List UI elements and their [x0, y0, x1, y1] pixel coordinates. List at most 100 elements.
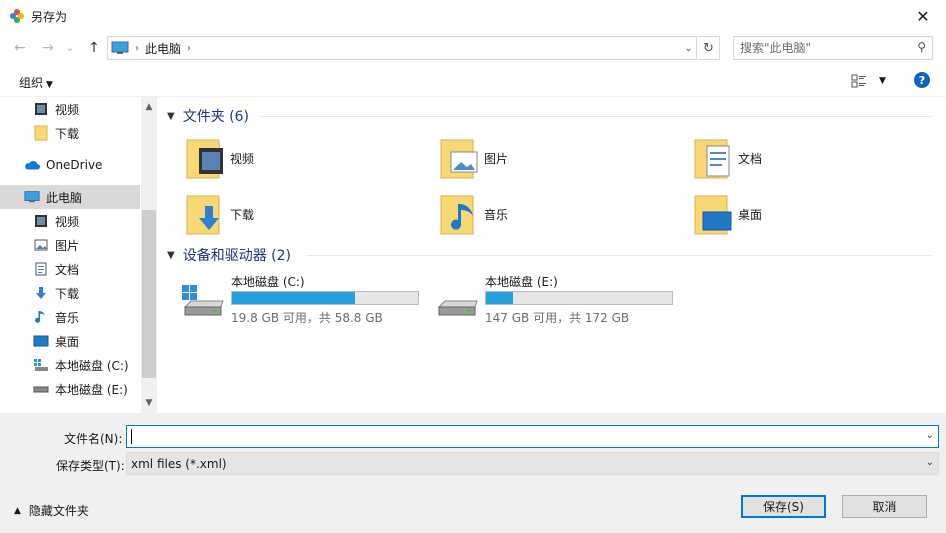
- folder-item-music[interactable]: 音乐: [439, 189, 689, 239]
- sidebar-item-drive-e[interactable]: 本地磁盘 (E:): [0, 377, 140, 401]
- folder-item-documents[interactable]: 文档: [693, 133, 943, 183]
- collapse-chevron-icon: ▼: [167, 110, 175, 122]
- caret-up-icon: ▲: [14, 505, 21, 516]
- sidebar-scrollbar[interactable]: ▲ ▼: [141, 97, 157, 413]
- devices-group-header[interactable]: ▼ 设备和驱动器 (2): [167, 245, 931, 265]
- sidebar-item-downloads[interactable]: 下载: [0, 281, 140, 305]
- sidebar-item-label: 音乐: [55, 310, 80, 325]
- sidebar-item-videos[interactable]: 视频: [0, 209, 140, 233]
- refresh-button[interactable]: ↻: [698, 36, 720, 60]
- drive-usage-bar: [231, 291, 419, 305]
- recent-locations-button[interactable]: ⌄: [63, 38, 77, 58]
- refresh-icon: ↻: [703, 40, 714, 56]
- filename-label: 文件名(N):: [64, 432, 123, 446]
- sidebar-item-label: 下载: [55, 126, 80, 141]
- chevron-down-icon[interactable]: ⌄: [926, 430, 934, 441]
- caret-down-icon: ▼: [46, 80, 53, 90]
- sidebar-item-label: 图片: [55, 238, 80, 253]
- drive-name: 本地磁盘 (C:): [231, 275, 305, 289]
- folder-item-desktop[interactable]: 桌面: [693, 189, 943, 239]
- up-button[interactable]: ↑: [84, 38, 104, 58]
- sidebar-item-drive-c[interactable]: 本地磁盘 (C:): [0, 353, 140, 377]
- drive-usage-fill: [232, 292, 356, 304]
- computer-icon: [111, 41, 129, 54]
- sidebar-item-downloads-folder[interactable]: 下载: [0, 121, 140, 145]
- desktop-icon: [33, 333, 49, 349]
- computer-icon: [24, 189, 40, 205]
- drive-icon: [33, 381, 49, 397]
- drive-usage-fill: [486, 292, 513, 304]
- breadcrumb-separator-icon[interactable]: ›: [187, 43, 191, 54]
- change-view-button[interactable]: ▼: [851, 73, 887, 89]
- sidebar-item-label: OneDrive: [46, 158, 103, 172]
- sidebar-item-pictures[interactable]: 图片: [0, 233, 140, 257]
- hide-folders-label: 隐藏文件夹: [28, 504, 89, 518]
- download-icon: [33, 285, 49, 301]
- sidebar-item-videos[interactable]: 视频: [0, 97, 140, 121]
- sidebar-item-label: 文档: [55, 262, 80, 277]
- forward-button[interactable]: →: [38, 38, 58, 58]
- arrow-up-icon: ↑: [88, 40, 100, 56]
- navigation-bar: ← → ⌄ ↑ › 此电脑 › ⌄ ↻ ⚲: [0, 32, 946, 64]
- folder-label: 桌面: [738, 207, 763, 222]
- address-bar[interactable]: › 此电脑 ›: [107, 36, 697, 60]
- chevron-down-icon: ⌄: [925, 457, 934, 468]
- sidebar-item-label: 视频: [55, 214, 80, 229]
- help-button[interactable]: ?: [914, 72, 930, 88]
- sidebar-item-label: 此电脑: [46, 190, 83, 205]
- drive-item-c[interactable]: 本地磁盘 (C:) 19.8 GB 可用，共 58.8 GB: [181, 273, 431, 325]
- back-button[interactable]: ←: [10, 38, 30, 58]
- sidebar-item-onedrive[interactable]: OneDrive: [0, 153, 140, 177]
- sidebar-item-music[interactable]: 音乐: [0, 305, 140, 329]
- video-icon: [33, 213, 49, 229]
- app-logo-icon: [10, 9, 24, 23]
- folder-icon: [33, 125, 49, 141]
- text-cursor: [131, 429, 132, 444]
- scroll-up-button[interactable]: ▲: [141, 99, 157, 115]
- save-form: 文件名(N): ⌄ 保存类型(T): xml files (*.xml) ⌄ ▲…: [0, 413, 946, 533]
- chevron-down-icon: ⌄: [65, 42, 75, 54]
- organize-menu[interactable]: 组织 ▼: [19, 74, 53, 91]
- drive-name: 本地磁盘 (E:): [485, 275, 558, 289]
- sidebar-item-desktop[interactable]: 桌面: [0, 329, 140, 353]
- folder-item-videos[interactable]: 视频: [185, 133, 435, 183]
- folder-item-downloads[interactable]: 下载: [185, 189, 435, 239]
- group-divider: [261, 116, 931, 117]
- breadcrumb-separator-icon: ›: [135, 42, 139, 54]
- drive-item-e[interactable]: 本地磁盘 (E:) 147 GB 可用，共 172 GB: [435, 273, 685, 325]
- drive-free-space: 19.8 GB 可用，共 58.8 GB: [231, 311, 383, 325]
- sidebar-item-documents[interactable]: 文档: [0, 257, 140, 281]
- cancel-button[interactable]: 取消: [842, 495, 927, 518]
- music-icon: [33, 309, 49, 325]
- picture-folder-icon: [440, 139, 478, 179]
- sidebar-item-this-pc[interactable]: 此电脑: [0, 185, 140, 209]
- drive-usage-bar: [485, 291, 673, 305]
- arrow-left-icon: ←: [14, 40, 26, 56]
- close-button[interactable]: ✕: [900, 0, 946, 32]
- hard-drive-icon: [437, 300, 478, 316]
- sidebar-item-label: 桌面: [55, 334, 80, 349]
- scroll-thumb[interactable]: [142, 210, 156, 378]
- filetype-value: xml files (*.xml): [131, 456, 227, 471]
- cloud-icon: [24, 157, 40, 173]
- filetype-select[interactable]: xml files (*.xml) ⌄: [126, 452, 939, 475]
- drive-free-space: 147 GB 可用，共 172 GB: [485, 311, 630, 325]
- drive-c-icon: [33, 357, 49, 373]
- folder-item-pictures[interactable]: 图片: [439, 133, 689, 183]
- collapse-chevron-icon: ▼: [167, 249, 175, 261]
- folder-label: 音乐: [484, 207, 509, 222]
- folder-label: 图片: [484, 151, 509, 166]
- music-folder-icon: [440, 195, 474, 235]
- folder-label: 文档: [738, 151, 763, 166]
- scroll-down-button[interactable]: ▼: [141, 395, 157, 411]
- search-box[interactable]: ⚲: [733, 36, 933, 60]
- filename-input[interactable]: ⌄: [126, 425, 939, 448]
- folders-group-header[interactable]: ▼ 文件夹 (6): [167, 106, 931, 126]
- search-input[interactable]: [740, 41, 910, 55]
- hide-folders-toggle[interactable]: ▲ 隐藏文件夹: [14, 502, 89, 519]
- group-header-label: 文件夹 (6): [182, 109, 249, 125]
- address-dropdown-button[interactable]: ⌄: [680, 36, 697, 60]
- breadcrumb-this-pc[interactable]: 此电脑: [145, 40, 181, 57]
- sidebar-item-label: 下载: [55, 286, 80, 301]
- save-button[interactable]: 保存(S): [741, 495, 826, 518]
